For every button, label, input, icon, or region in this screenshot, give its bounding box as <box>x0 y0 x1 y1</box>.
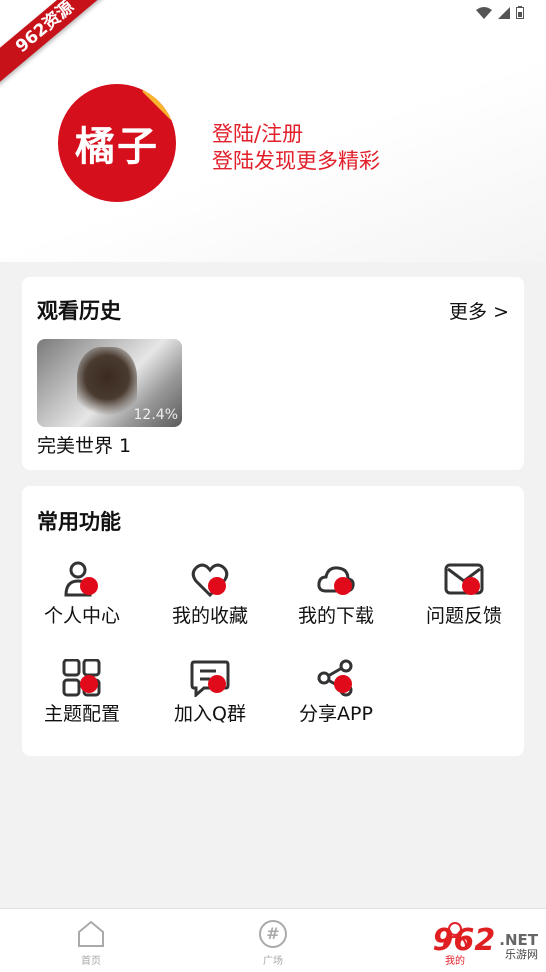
signal-icon <box>498 4 510 23</box>
history-item-title[interactable]: 完美世界 1 <box>37 431 131 458</box>
login-subtitle[interactable]: 登陆发现更多精彩 <box>212 145 380 175</box>
func-share-app[interactable]: 分享APP <box>276 659 396 739</box>
home-icon <box>61 919 121 952</box>
thumbnail-art <box>77 347 137 423</box>
common-functions-card: 常用功能 个人中心 我的收藏 我的下载 问题反馈 主题配置 加入Q群 分享APP <box>22 486 524 756</box>
func-label: 加入Q群 <box>174 703 246 725</box>
section-title: 常用功能 <box>37 510 121 534</box>
nav-plaza[interactable]: # 广场 <box>243 919 303 967</box>
func-join-qq-group[interactable]: 加入Q群 <box>150 659 270 739</box>
user-icon <box>62 561 102 599</box>
watermark-subtitle: 乐游网 <box>505 948 538 961</box>
func-label: 主题配置 <box>43 703 120 725</box>
cloud-download-icon <box>316 561 356 599</box>
nav-label: 广场 <box>263 956 283 967</box>
more-link[interactable]: 更多 > <box>449 297 509 324</box>
func-label: 问题反馈 <box>425 605 502 627</box>
status-bar <box>476 4 524 23</box>
hashtag-icon: # <box>243 919 303 952</box>
wifi-icon <box>476 4 492 23</box>
func-theme-config[interactable]: 主题配置 <box>22 659 142 739</box>
chat-icon <box>190 659 230 697</box>
login-register-link[interactable]: 登陆/注册 <box>212 118 303 148</box>
func-label: 个人中心 <box>43 605 120 627</box>
func-label: 我的收藏 <box>171 605 248 627</box>
func-my-downloads[interactable]: 我的下载 <box>276 561 396 641</box>
mail-icon <box>444 561 484 599</box>
nav-home[interactable]: 首页 <box>61 919 121 967</box>
section-title: 观看历史 <box>37 299 121 323</box>
func-label: 分享APP <box>299 703 373 725</box>
share-icon <box>316 659 356 697</box>
profile-header: 962资源 橘子 NEW 登陆/注册 登陆发现更多精彩 <box>0 0 546 262</box>
watch-history-card: 观看历史 更多 > 12.4% 完美世界 1 <box>22 277 524 470</box>
svg-text:#: # <box>266 924 279 943</box>
battery-icon <box>516 4 524 23</box>
heart-icon <box>190 561 230 599</box>
func-my-favorites[interactable]: 我的收藏 <box>150 561 270 641</box>
watch-progress: 12.4% <box>133 407 178 423</box>
grid-icon <box>62 659 102 697</box>
func-personal-center[interactable]: 个人中心 <box>22 561 142 641</box>
history-thumbnail[interactable]: 12.4% <box>37 339 182 427</box>
site-watermark: 962 .NET 乐游网 <box>432 920 538 962</box>
watermark-number: 962 <box>432 922 496 958</box>
func-feedback[interactable]: 问题反馈 <box>404 561 524 641</box>
func-label: 我的下载 <box>297 605 374 627</box>
corner-ribbon: 962资源 <box>0 0 111 86</box>
nav-label: 首页 <box>81 956 101 967</box>
app-logo[interactable]: 橘子 NEW <box>58 84 176 202</box>
